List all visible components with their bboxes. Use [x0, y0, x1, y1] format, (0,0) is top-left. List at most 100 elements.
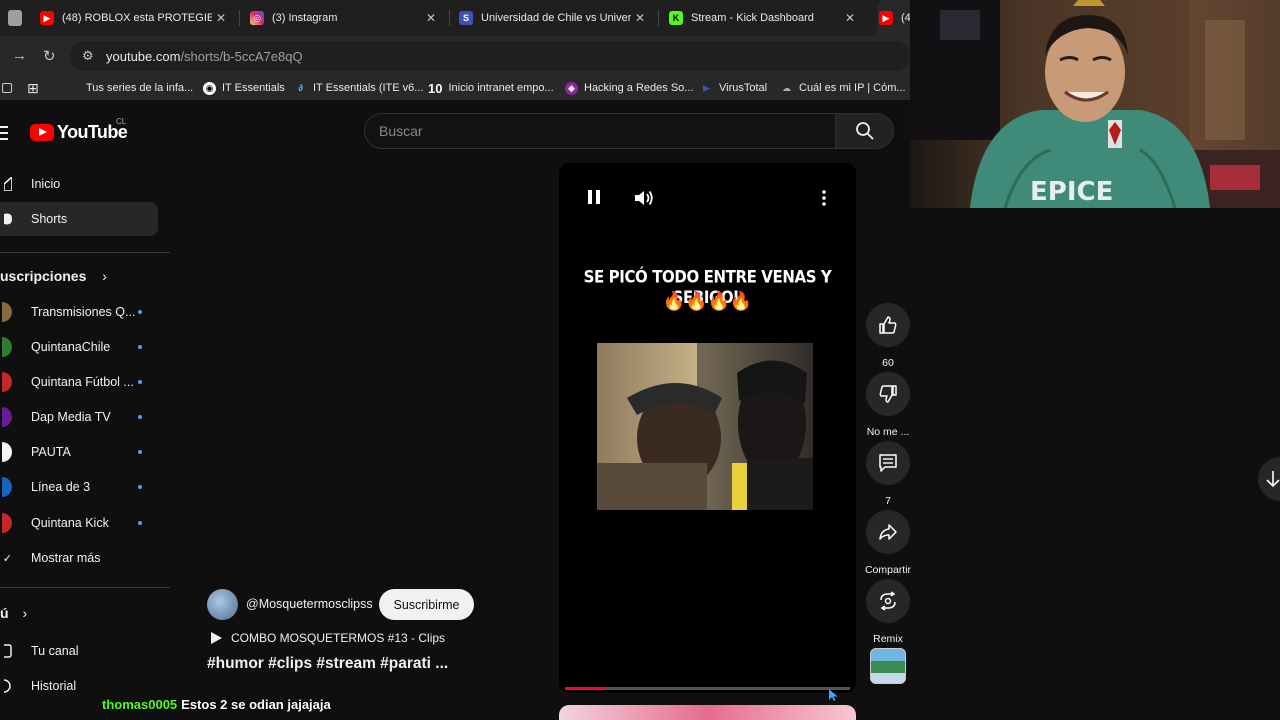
new-content-dot: [138, 310, 142, 314]
shorts-icon: [0, 212, 12, 226]
channel-avatar: [2, 302, 12, 322]
bookmark-label: VirusTotal: [719, 82, 768, 94]
you-title: ú: [0, 605, 9, 621]
cloud-icon: ☁: [782, 82, 791, 93]
search-placeholder: Buscar: [379, 123, 423, 139]
site-info-icon[interactable]: ⚙: [82, 48, 94, 64]
bookmark-it-essentials[interactable]: ◉ IT Essentials: [203, 76, 285, 100]
share-label: Compartir: [864, 564, 912, 576]
comments-button[interactable]: 7: [864, 441, 912, 507]
video-hashtags[interactable]: #humor #clips #stream #parati ...: [207, 655, 448, 673]
video-caption-emojis: 🔥🔥🔥🔥: [662, 291, 753, 311]
search-input[interactable]: Buscar: [364, 113, 836, 149]
chat-username: thomas0005: [102, 697, 178, 712]
bookmark-label: Tus series de la infa...: [86, 82, 194, 94]
comment-icon: [866, 441, 910, 485]
tab-youtube-active[interactable]: ▶ (48: [877, 0, 910, 36]
comment-count: 7: [885, 495, 891, 507]
channel-avatar: [2, 337, 12, 357]
globe-icon: ◉: [203, 81, 216, 95]
bookmark-ip[interactable]: ☁ Cuál es mi IP | Cóm...: [780, 76, 906, 100]
shield-icon: ◆: [565, 81, 578, 95]
grid-icon[interactable]: ⊞: [27, 76, 39, 100]
share-icon: [866, 510, 910, 554]
chevron-right-icon: ›: [102, 268, 107, 284]
bookmark-series[interactable]: Tus series de la infa...: [86, 76, 193, 100]
video-frame: [597, 343, 813, 510]
channel-name[interactable]: @Mosquetermosclipss: [246, 597, 373, 611]
site-icon: S: [459, 11, 473, 25]
tab-instagram[interactable]: ◎ (3) Instagram ✕: [250, 0, 438, 36]
sound-thumbnail[interactable]: [870, 648, 906, 684]
next-short-preview[interactable]: [559, 705, 856, 720]
reload-icon[interactable]: ↻: [43, 47, 56, 65]
close-tab-icon[interactable]: ✕: [843, 11, 857, 25]
sidebar-item-shorts[interactable]: Shorts: [0, 202, 158, 236]
subscriptions-header[interactable]: uscripciones ›: [0, 268, 107, 284]
youtube-icon: ▶: [40, 11, 54, 25]
tab-youtube-roblox[interactable]: ▶ (48) ROBLOX esta PROTEGIENDO ✕: [40, 0, 228, 36]
bookmark-label: Hacking a Redes So...: [584, 82, 694, 94]
bookmark-it-essentials-v6[interactable]: ∂ IT Essentials (ITE v6...: [294, 76, 423, 100]
playlist-link[interactable]: COMBO MOSQUETERMOS #13 - Clips: [231, 631, 445, 645]
shorts-player[interactable]: SE PICÓ TODO ENTRE VENAS Y SEBIGOL 🔥🔥🔥🔥: [559, 163, 856, 693]
channel-avatar: [2, 442, 12, 462]
url-field[interactable]: ⚙ youtube.com/shorts/b-5ccA7e8qQ: [70, 41, 910, 71]
subscription-name: Transmisiones Q...: [31, 305, 136, 319]
channel-avatar: [2, 407, 12, 427]
remix-label: Remix: [873, 633, 903, 645]
volume-icon[interactable]: [633, 189, 655, 212]
search-icon: [855, 122, 874, 140]
apps-icon[interactable]: [2, 76, 12, 100]
channel-avatar[interactable]: [207, 589, 238, 620]
sidebar-item-label: Tu canal: [31, 644, 79, 658]
search-button[interactable]: [836, 113, 894, 149]
sidebar-item-label: Shorts: [31, 212, 68, 226]
bookmark-intranet[interactable]: 10 Inicio intranet empo...: [428, 76, 554, 100]
menu-icon[interactable]: [0, 126, 8, 144]
channel-avatar: [2, 513, 12, 533]
sidebar-item-label: Historial: [31, 679, 77, 693]
video-frame-image: [597, 343, 813, 510]
more-options-icon[interactable]: [821, 189, 827, 212]
browser-tab-strip: ▶ (48) ROBLOX esta PROTEGIENDO ✕ ◎ (3) I…: [0, 0, 910, 36]
channel-avatar: [2, 477, 12, 497]
dislike-button[interactable]: No me ...: [864, 372, 912, 438]
forward-icon[interactable]: →: [12, 47, 27, 64]
next-short-button[interactable]: [1258, 457, 1280, 501]
svg-text:EPICE: EPICE: [1030, 177, 1113, 207]
bookmark-virustotal[interactable]: ▶ VirusTotal: [700, 76, 767, 100]
share-button[interactable]: Compartir: [864, 510, 912, 576]
you-header[interactable]: ú ›: [0, 605, 27, 621]
bookmark-label: Inicio intranet empo...: [448, 82, 554, 94]
show-more-label: Mostrar más: [31, 551, 101, 565]
dislike-label: No me ...: [866, 426, 910, 438]
like-button[interactable]: 60: [864, 303, 912, 369]
close-tab-icon[interactable]: ✕: [214, 11, 228, 25]
video-progress-bar[interactable]: [565, 687, 850, 690]
youtube-logo[interactable]: YouTube CL: [30, 117, 128, 143]
virustotal-icon: ▶: [703, 82, 710, 93]
new-content-dot: [138, 521, 142, 525]
close-tab-icon[interactable]: ✕: [424, 11, 438, 25]
tab-universidad[interactable]: S Universidad de Chile vs Universidad ✕: [459, 0, 647, 36]
link-icon: ∂: [298, 83, 303, 93]
kick-icon: K: [669, 11, 683, 25]
tab-title: (48: [901, 12, 910, 24]
subscribe-button[interactable]: Suscribirme: [379, 589, 474, 620]
channel-avatar: [2, 372, 12, 392]
subscription-name: Quintana Fútbol ...: [31, 375, 134, 389]
subscription-name: PAUTA: [31, 445, 71, 459]
bookmark-hacking[interactable]: ◆ Hacking a Redes So...: [565, 76, 693, 100]
tab-kick-dashboard[interactable]: K Stream - Kick Dashboard ✕: [669, 0, 857, 36]
close-tab-icon[interactable]: ✕: [633, 11, 647, 25]
pause-icon[interactable]: [587, 189, 601, 210]
arrow-down-icon: [1266, 471, 1280, 488]
chevron-down-icon: ✓: [2, 552, 12, 565]
tab-title: (3) Instagram: [272, 12, 338, 24]
sidebar-item-label: Inicio: [31, 177, 61, 191]
tab-title: (48) ROBLOX esta PROTEGIENDO: [62, 12, 212, 24]
bookmark-label: Cuál es mi IP | Cóm...: [799, 82, 906, 94]
tab-search-icon[interactable]: [8, 10, 22, 26]
remix-button[interactable]: Remix: [864, 579, 912, 645]
